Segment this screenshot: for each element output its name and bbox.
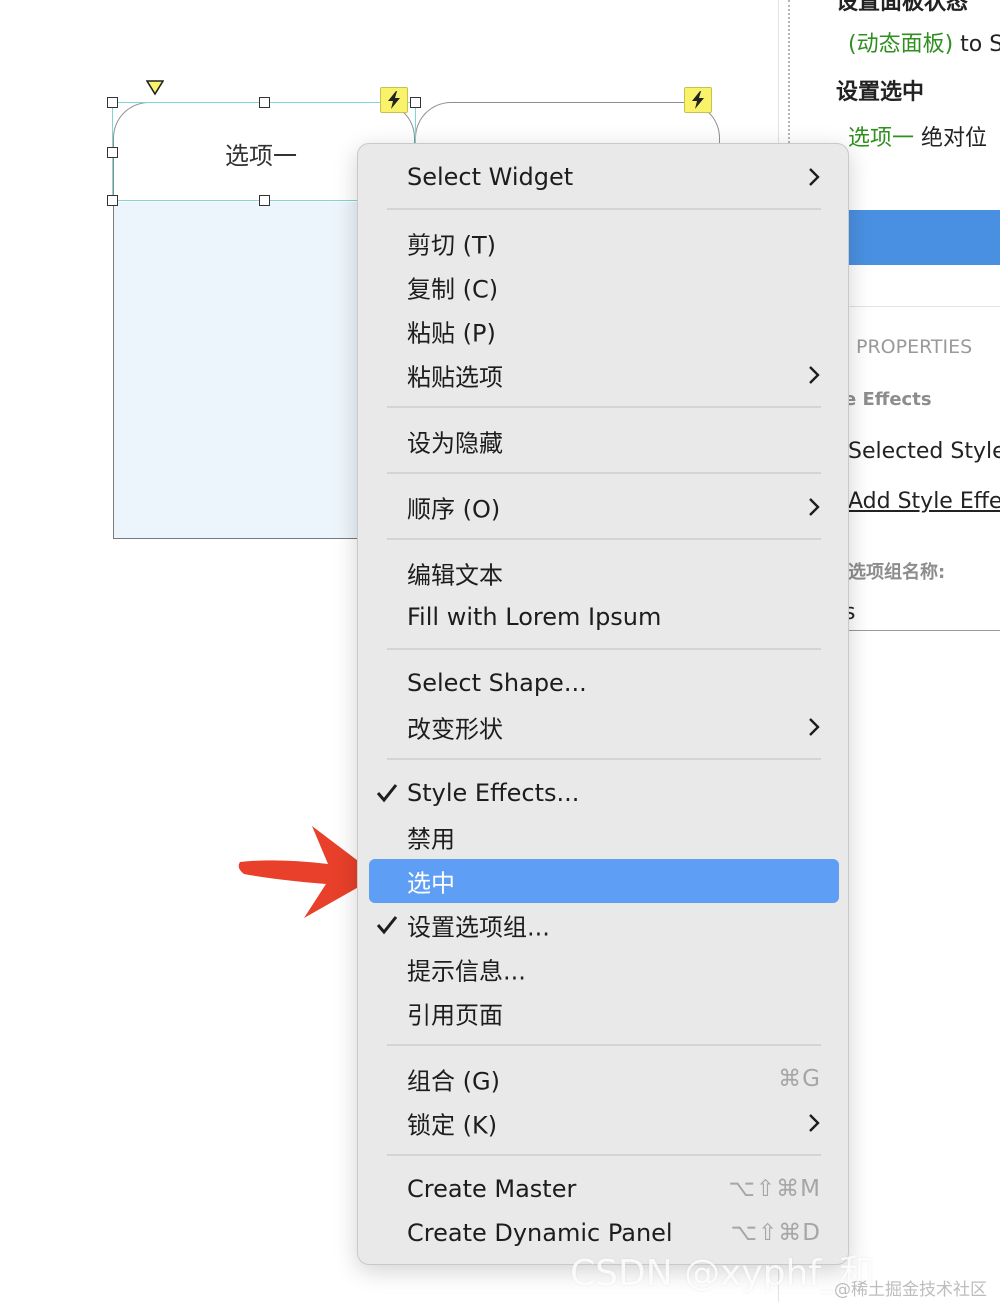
- menu-item-label: Create Master: [407, 1175, 577, 1203]
- inspector-line-2: 设置选中: [836, 80, 925, 105]
- inspector-line-top: 设置面板状态: [836, 0, 969, 15]
- csdn-watermark: CSDN @xyphf_和: [570, 1253, 876, 1294]
- inspector-line-3: 选项一 绝对位: [848, 120, 987, 152]
- menu-item-label: Select Shape...: [407, 669, 587, 697]
- context-menu: Select Widget 剪切 (T) 复制 (C) 粘贴 (P) 粘贴选项 …: [357, 143, 849, 1265]
- menu-item-label: 编辑文本: [407, 561, 503, 590]
- menu-item-label: 组合 (G): [407, 1067, 500, 1096]
- shortcut-label: ⌘G: [778, 1066, 821, 1092]
- absolute-position-text: 绝对位: [914, 126, 988, 151]
- menu-item-group[interactable]: 组合 (G) ⌘G: [369, 1057, 839, 1101]
- chevron-right-icon: [809, 498, 820, 516]
- menu-item-set-option-group[interactable]: 设置选项组...: [369, 903, 839, 947]
- menu-item-change-shape[interactable]: 改变形状: [369, 705, 839, 749]
- menu-item-selected[interactable]: 选中: [369, 859, 839, 903]
- chevron-right-icon: [809, 366, 820, 384]
- to-state-text: to S: [953, 32, 1000, 57]
- selected-style-item[interactable]: Selected Style: [848, 439, 1000, 464]
- menu-item-label: Select Widget: [407, 163, 574, 191]
- panel-reference-text: (动态面板): [848, 32, 954, 57]
- menu-item-label: Fill with Lorem Ipsum: [407, 603, 662, 631]
- dynamic-panel-body[interactable]: [113, 200, 373, 539]
- resize-handle-bottom-middle[interactable]: [259, 195, 270, 206]
- option-group-input-underline: [838, 630, 1000, 631]
- menu-item-label: 粘贴 (P): [407, 319, 496, 348]
- menu-separator: [387, 648, 821, 650]
- chevron-right-icon: [809, 168, 820, 186]
- menu-item-label: 改变形状: [407, 715, 503, 744]
- menu-item-style-effects[interactable]: Style Effects...: [369, 771, 839, 815]
- menu-item-create-master[interactable]: Create Master ⌥⇧⌘M: [369, 1167, 839, 1211]
- menu-item-label: 选中: [407, 869, 455, 898]
- lightning-icon: [388, 91, 400, 109]
- lightning-icon: [692, 91, 704, 109]
- menu-item-lock[interactable]: 锁定 (K): [369, 1101, 839, 1145]
- menu-item-label: 设为隐藏: [407, 429, 503, 458]
- menu-separator: [387, 208, 821, 210]
- target-option-text: 选项一: [848, 126, 915, 151]
- juejin-watermark: @稀土掘金技术社区: [834, 1280, 987, 1300]
- menu-item-tooltip[interactable]: 提示信息...: [369, 947, 839, 991]
- menu-item-label: Create Dynamic Panel: [407, 1219, 673, 1247]
- shortcut-label: ⌥⇧⌘D: [730, 1220, 821, 1246]
- option-group-name-label: 选项组名称:: [848, 562, 946, 583]
- menu-item-paste[interactable]: 粘贴 (P): [369, 309, 839, 353]
- menu-item-reference-page[interactable]: 引用页面: [369, 991, 839, 1035]
- add-style-effect-link[interactable]: Add Style Effe: [848, 489, 1000, 514]
- menu-item-label: 禁用: [407, 825, 455, 854]
- menu-separator: [387, 538, 821, 540]
- checkmark-icon: [376, 784, 398, 803]
- menu-item-label: 提示信息...: [407, 957, 526, 986]
- menu-item-select-shape[interactable]: Select Shape...: [369, 661, 839, 705]
- properties-section-header: PROPERTIES: [856, 336, 973, 358]
- menu-separator: [387, 1044, 821, 1046]
- corner-radius-handle-icon[interactable]: [146, 80, 164, 96]
- menu-item-label: 锁定 (K): [407, 1111, 498, 1140]
- chevron-right-icon: [809, 718, 820, 736]
- resize-handle-top-left[interactable]: [107, 97, 118, 108]
- resize-handle-bottom-left[interactable]: [107, 195, 118, 206]
- menu-item-cut[interactable]: 剪切 (T): [369, 221, 839, 265]
- menu-item-order[interactable]: 顺序 (O): [369, 485, 839, 529]
- menu-item-label: 粘贴选项: [407, 363, 503, 392]
- checkmark-icon: [376, 916, 398, 935]
- menu-item-label: 引用页面: [407, 1001, 503, 1030]
- style-effects-section-header: e Effects: [844, 389, 932, 410]
- interaction-badge-2[interactable]: [684, 87, 712, 113]
- menu-item-fill-lorem-ipsum[interactable]: Fill with Lorem Ipsum: [369, 595, 839, 639]
- inspector-line-1: (动态面板) to S: [848, 26, 1000, 58]
- menu-item-copy[interactable]: 复制 (C): [369, 265, 839, 309]
- inspector-separator: [838, 306, 1000, 307]
- menu-separator: [387, 758, 821, 760]
- menu-item-label: Style Effects...: [407, 779, 580, 807]
- inspector-blue-button[interactable]: [838, 210, 1000, 265]
- resize-handle-top-middle[interactable]: [259, 97, 270, 108]
- menu-separator: [387, 472, 821, 474]
- shortcut-label: ⌥⇧⌘M: [728, 1176, 821, 1202]
- menu-item-edit-text[interactable]: 编辑文本: [369, 551, 839, 595]
- menu-item-label: 设置选项组...: [407, 913, 550, 942]
- menu-separator: [387, 1154, 821, 1156]
- chevron-right-icon: [809, 1114, 820, 1132]
- menu-item-label: 复制 (C): [407, 275, 499, 304]
- resize-handle-middle-left[interactable]: [107, 147, 118, 158]
- resize-handle-top-right[interactable]: [410, 97, 421, 108]
- menu-item-select-widget[interactable]: Select Widget: [369, 155, 839, 199]
- menu-item-label: 顺序 (O): [407, 495, 501, 524]
- menu-item-disable[interactable]: 禁用: [369, 815, 839, 859]
- menu-item-set-hidden[interactable]: 设为隐藏: [369, 419, 839, 463]
- menu-item-label: 剪切 (T): [407, 231, 497, 260]
- menu-separator: [387, 406, 821, 408]
- menu-item-paste-options[interactable]: 粘贴选项: [369, 353, 839, 397]
- interaction-badge-1[interactable]: [380, 87, 408, 113]
